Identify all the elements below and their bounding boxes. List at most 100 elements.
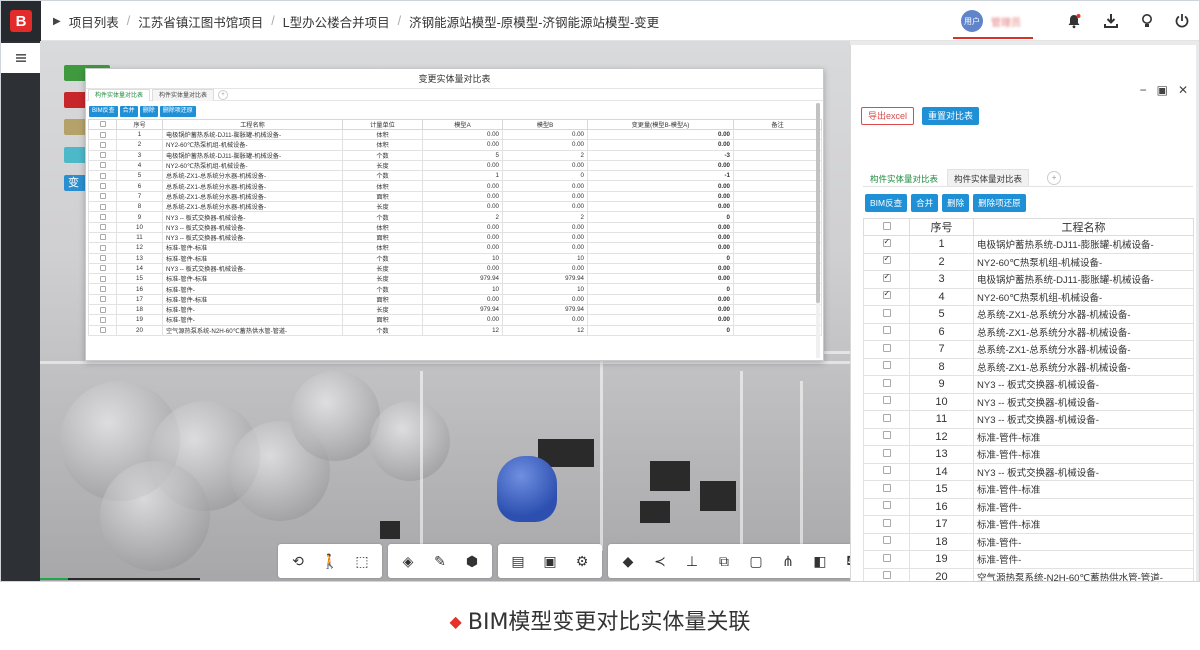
row-checkbox[interactable] xyxy=(88,149,117,161)
row-checkbox[interactable] xyxy=(863,340,910,359)
table-row[interactable]: 19 标准-管件- xyxy=(863,550,1194,569)
download-icon[interactable] xyxy=(1102,13,1120,31)
row-checkbox[interactable] xyxy=(88,170,117,182)
tree-icon[interactable]: ⋔ xyxy=(774,547,802,575)
table-row[interactable]: 11 NY3 -- 板式交换器-机械设备- xyxy=(863,410,1194,429)
row-checkbox[interactable] xyxy=(88,231,117,244)
table-row[interactable]: 14 NY3 -- 板式交换器-机械设备- 长度 0.00 0.00 0.00 xyxy=(88,262,822,275)
table-row[interactable]: 18 标准-管件- 长度 979.94 979.94 0.00 xyxy=(88,304,822,316)
table-row[interactable]: 1 电极锅炉蓄热系统-DJ11-膨胀罐-机械设备- 体积 0.00 0.00 0.00 xyxy=(88,128,822,141)
add-tab-icon[interactable]: + xyxy=(1047,171,1062,185)
table-row[interactable]: 14 NY3 -- 板式交换器-机械设备- xyxy=(863,462,1194,481)
delete-button[interactable]: 删除 xyxy=(942,194,970,212)
table-row[interactable]: 8 总系统-ZX1-总系统分水器-机械设备- 长度 0.00 0.00 0.00 xyxy=(88,201,822,213)
paint-icon[interactable]: ⛾ xyxy=(838,547,850,575)
reset-table-button[interactable]: 重置对比表 xyxy=(922,107,980,125)
add-tab-icon[interactable]: + xyxy=(218,89,229,100)
row-checkbox[interactable] xyxy=(863,287,910,306)
row-checkbox[interactable] xyxy=(88,304,117,316)
row-checkbox[interactable] xyxy=(88,252,117,264)
row-checkbox[interactable] xyxy=(863,322,910,341)
minimize-icon[interactable]: − xyxy=(1140,83,1147,97)
row-checkbox[interactable] xyxy=(863,445,910,464)
row-checkbox[interactable] xyxy=(88,190,117,203)
row-checkbox[interactable] xyxy=(88,293,117,306)
table-row[interactable]: 6 总系统-ZX1-总系统分水器-机械设备- xyxy=(863,322,1194,341)
merge-button[interactable]: 合并 xyxy=(119,105,138,117)
restore-deleted-button[interactable]: 删除项还原 xyxy=(159,105,196,117)
table-row[interactable]: 5 总系统-ZX1-总系统分水器-机械设备- xyxy=(863,305,1194,324)
share-icon[interactable]: ≺ xyxy=(646,547,674,575)
row-checkbox[interactable] xyxy=(863,462,910,481)
section-box-icon[interactable]: ◈ xyxy=(394,547,422,575)
row-checkbox[interactable] xyxy=(863,410,910,429)
row-checkbox[interactable] xyxy=(863,375,910,394)
select-all-checkbox[interactable] xyxy=(863,218,910,236)
table-row[interactable]: 9 NY3 -- 板式交换器-机械设备- 个数 2 2 0 xyxy=(88,211,822,223)
breadcrumb-project-list[interactable]: 项目列表 xyxy=(69,12,119,31)
row-checkbox[interactable] xyxy=(88,273,117,285)
side-swatch-blue[interactable]: 变 xyxy=(64,175,86,191)
row-checkbox[interactable] xyxy=(863,235,910,254)
selected-tank[interactable] xyxy=(497,456,557,522)
table-row[interactable]: 12 标准-管件-标准 体积 0.00 0.00 0.00 xyxy=(88,242,822,254)
breadcrumb-project[interactable]: 江苏省镇江图书馆项目 xyxy=(138,12,263,31)
select-all-checkbox[interactable] xyxy=(88,119,117,130)
table-row[interactable]: 8 总系统-ZX1-总系统分水器-机械设备- xyxy=(863,357,1194,376)
row-checkbox[interactable] xyxy=(863,270,910,289)
power-icon[interactable] xyxy=(1173,13,1191,31)
table-row[interactable]: 17 标准-管件-标准 xyxy=(863,515,1194,534)
table-row[interactable]: 7 总系统-ZX1-总系统分水器-机械设备- xyxy=(863,340,1194,359)
table-row[interactable]: 16 标准-管件- 个数 10 10 0 xyxy=(88,283,822,295)
section-plane-icon[interactable]: ◧ xyxy=(806,547,834,575)
table-row[interactable]: 13 标准-管件-标准 xyxy=(863,445,1194,464)
row-checkbox[interactable] xyxy=(863,550,910,569)
row-checkbox[interactable] xyxy=(88,139,117,151)
menu-list-icon[interactable] xyxy=(1,43,40,73)
document-icon[interactable]: ▤ xyxy=(504,547,532,575)
table-row[interactable]: 4NY2-60℃热泵机组-机械设备- xyxy=(863,287,1194,306)
row-checkbox[interactable] xyxy=(88,324,117,336)
table-row[interactable]: 6 总系统-ZX1-总系统分水器-机械设备- 体积 0.00 0.00 0.00 xyxy=(88,180,822,192)
table-row[interactable]: 7 总系统-ZX1-总系统分水器-机械设备- 面积 0.00 0.00 0.00 xyxy=(88,190,822,203)
merge-button[interactable]: 合并 xyxy=(911,194,939,212)
lightbulb-icon[interactable] xyxy=(1138,13,1156,31)
stamp-icon[interactable]: ⊥ xyxy=(678,547,706,575)
row-checkbox[interactable] xyxy=(88,201,117,213)
dialog-tab-1[interactable]: 构件实体量对比表 xyxy=(88,88,151,101)
row-checkbox[interactable] xyxy=(863,532,910,551)
table-row[interactable]: 19 标准-管件- 面积 0.00 0.00 0.00 xyxy=(88,314,822,326)
table-row[interactable]: 3 电极锅炉蓄热系统-DJ11-膨胀罐-机械设备- 个数 5 2 -3 xyxy=(88,149,822,161)
row-checkbox[interactable] xyxy=(863,567,910,581)
table-row[interactable]: 20 空气源热泵系统-N2H-60℃蓄热供水管-管道- 个数 12 12 0 xyxy=(88,324,822,336)
row-checkbox[interactable] xyxy=(863,497,910,516)
row-checkbox[interactable] xyxy=(863,480,910,499)
close-icon[interactable]: ✕ xyxy=(1178,83,1188,97)
row-checkbox[interactable] xyxy=(88,314,117,326)
row-checkbox[interactable] xyxy=(863,305,910,324)
table-row[interactable]: 1电极锅炉蓄热系统-DJ11-膨胀罐-机械设备- xyxy=(863,235,1194,254)
table-row[interactable]: 4 NY2-60℃热泵机组-机械设备- 长度 0.00 0.00 0.00 xyxy=(88,159,822,172)
table-row[interactable]: 12 标准-管件-标准 xyxy=(863,427,1194,446)
person-icon[interactable]: 🚶 xyxy=(316,547,344,575)
table-row[interactable]: 18 标准-管件- xyxy=(863,532,1194,551)
properties-icon[interactable]: ▣ xyxy=(536,547,564,575)
delete-button[interactable]: 删除 xyxy=(139,105,158,117)
table-row[interactable]: 5 总系统-ZX1-总系统分水器-机械设备- 个数 1 0 -1 xyxy=(88,170,822,182)
panel-tab-1[interactable]: 构件实体量对比表 xyxy=(863,169,946,186)
row-checkbox[interactable] xyxy=(863,357,910,376)
app-logo[interactable]: B xyxy=(1,1,41,41)
measure-icon[interactable]: ✎ xyxy=(426,547,454,575)
row-checkbox[interactable] xyxy=(863,252,910,271)
table-row[interactable]: 10 NY3 -- 板式交换器-机械设备- 体积 0.00 0.00 0.00 xyxy=(88,221,822,233)
row-checkbox[interactable] xyxy=(88,262,117,275)
dialog-scrollbar[interactable] xyxy=(816,103,820,358)
user-menu[interactable]: 用户 管理员 xyxy=(953,5,1033,39)
bim-lookup-button[interactable]: BIM反查 xyxy=(89,105,118,117)
row-checkbox[interactable] xyxy=(88,128,117,141)
restore-deleted-button[interactable]: 删除项还原 xyxy=(973,194,1026,212)
zoom-area-icon[interactable]: ⬚ xyxy=(348,547,376,575)
row-checkbox[interactable] xyxy=(88,283,117,295)
table-row[interactable]: 20 空气源热泵系统-N2H-60℃蓄热供水管-管道- xyxy=(863,567,1194,581)
table-row[interactable]: 16 标准-管件- xyxy=(863,497,1194,516)
